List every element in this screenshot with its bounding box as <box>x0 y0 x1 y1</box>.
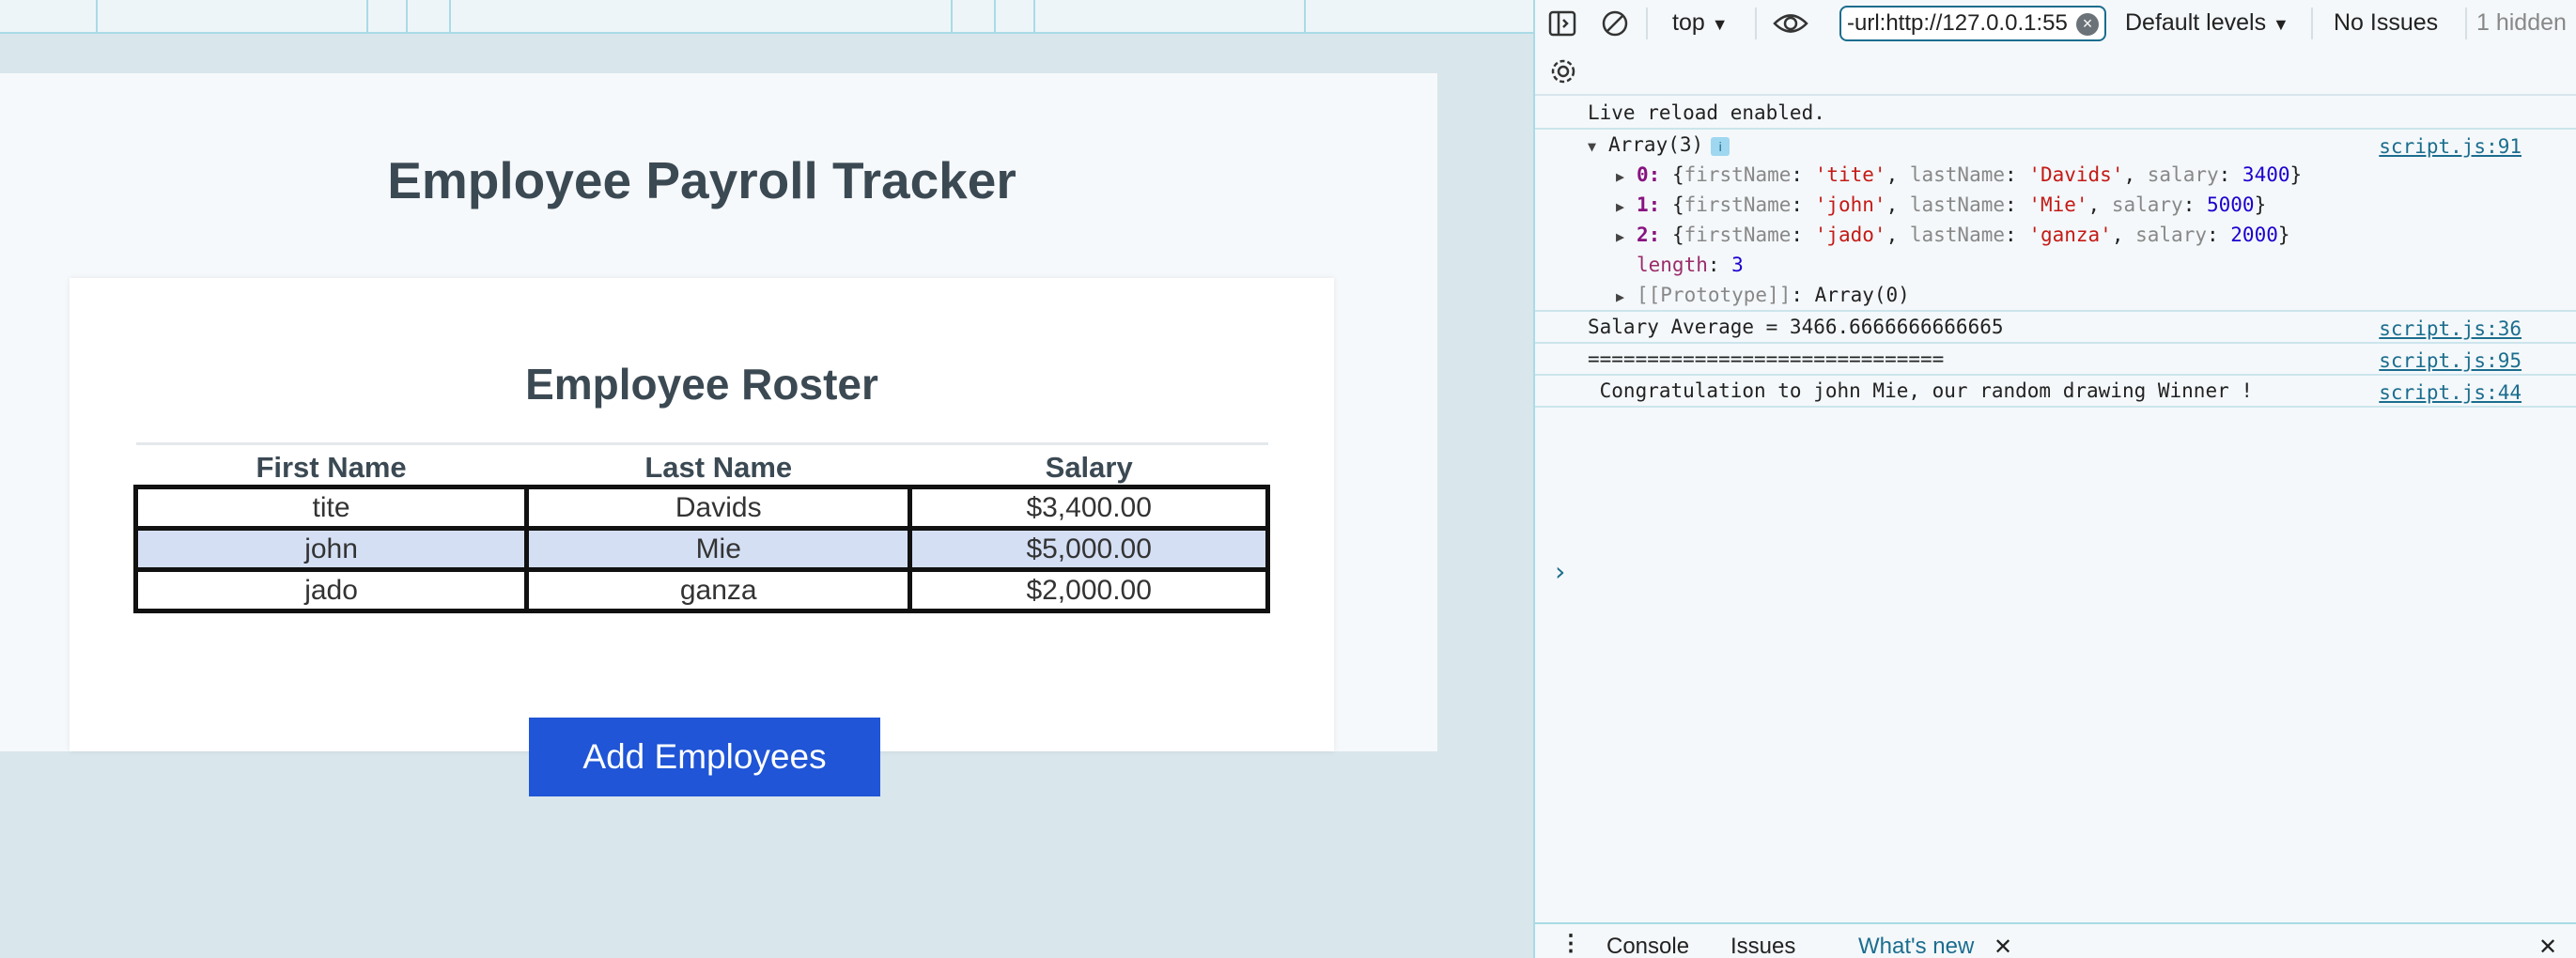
ruler-tick <box>951 0 953 34</box>
collapse-triangle-icon[interactable]: ▼ <box>1588 131 1608 162</box>
ruler-tick <box>406 0 408 34</box>
context-selector[interactable]: top ▼ <box>1672 9 1729 37</box>
clear-filter-icon[interactable]: × <box>2076 13 2099 36</box>
array-index: 0 <box>1637 163 1649 186</box>
close-drawer-icon[interactable]: ✕ <box>2538 934 2557 958</box>
clear-console-icon[interactable] <box>1601 9 1629 42</box>
console-message: Live reload enabled. <box>1535 98 2576 130</box>
ruler-tick <box>449 0 451 34</box>
source-link[interactable]: script.js:91 <box>2379 135 2522 158</box>
devtools-panel: top ▼ × Default levels ▼ No Issues 1 hid… <box>1533 0 2576 958</box>
context-label: top <box>1672 9 1705 36</box>
length-key: length <box>1637 254 1708 276</box>
ruler-tick <box>1304 0 1306 34</box>
cell-first-name: john <box>132 526 530 572</box>
roster-card: Employee Roster First Name Last Name Sal… <box>70 278 1334 796</box>
console-message: Congratulation to john Mie, our random d… <box>1535 376 2576 408</box>
cell-salary: $3,400.00 <box>908 485 1270 531</box>
toolbar-divider <box>2465 8 2467 39</box>
toolbar-divider <box>2311 8 2313 39</box>
log-levels-dropdown[interactable]: Default levels ▼ <box>2125 9 2289 37</box>
console-message[interactable]: ▼ Array(3) i ▶ 0: {firstName: 'tite', lastN… <box>1535 130 2576 312</box>
drawer-tabbar: ⋮ Console Issues What's new ✕ ✕ <box>1535 922 2576 958</box>
roster-title: Employee Roster <box>525 360 878 409</box>
console-toolbar: top ▼ × Default levels ▼ No Issues 1 hid… <box>1535 0 2576 47</box>
ruler-tick <box>366 0 368 34</box>
ruler-tick <box>96 0 98 34</box>
value-first-name: 'jado' <box>1814 224 1886 246</box>
table-row: tite Davids $3,400.00 <box>132 485 1270 531</box>
chevron-down-icon: ▼ <box>2273 15 2289 34</box>
cell-first-name: jado <box>132 567 530 613</box>
eye-icon[interactable] <box>1772 9 1809 42</box>
ruler-tick <box>1033 0 1035 34</box>
console-message: Salary Average = 3466.6666666666665 scri… <box>1535 312 2576 344</box>
page-viewport: Employee Payroll Tracker Employee Roster… <box>0 0 1533 958</box>
expand-triangle-icon[interactable]: ▶ <box>1616 192 1637 222</box>
console-text: Live reload enabled. <box>1588 101 1825 124</box>
expand-triangle-icon[interactable]: ▶ <box>1616 162 1637 192</box>
sidebar-toggle-icon[interactable] <box>1548 9 1576 42</box>
array-index: 2 <box>1637 224 1649 246</box>
cell-last-name: ganza <box>524 567 913 613</box>
source-link[interactable]: script.js:36 <box>2379 317 2522 340</box>
tab-whats-new[interactable]: What's new <box>1858 934 1974 958</box>
length-value: 3 <box>1731 254 1744 276</box>
table-header-row: First Name Last Name Salary <box>135 443 1268 487</box>
column-header-first-name: First Name <box>256 451 407 484</box>
console-output: Live reload enabled. ▼ Array(3) i ▶ 0: {fir… <box>1535 98 2576 587</box>
more-tools-icon[interactable]: ⋮ <box>1560 930 1582 957</box>
table-row: john Mie $5,000.00 <box>132 526 1270 572</box>
value-last-name: 'Davids' <box>2028 163 2124 186</box>
tab-console[interactable]: Console <box>1606 934 1689 958</box>
column-header-last-name: Last Name <box>644 451 793 484</box>
source-link[interactable]: script.js:95 <box>2379 349 2522 372</box>
ruler-tick <box>994 0 996 34</box>
ruler <box>0 0 1533 34</box>
info-icon: i <box>1711 137 1730 156</box>
value-last-name: 'Mie' <box>2028 193 2088 216</box>
source-link[interactable]: script.js:44 <box>2379 381 2522 404</box>
value-salary: 3400 <box>2242 163 2290 186</box>
log-levels-label: Default levels <box>2125 9 2267 36</box>
column-header-salary: Salary <box>1045 451 1133 484</box>
hidden-count: 1 hidden <box>2476 9 2567 36</box>
settings-gear-icon[interactable] <box>1548 56 1578 91</box>
prototype-value: Array(0) <box>1814 284 1910 306</box>
table-row: jado ganza $2,000.00 <box>132 567 1270 613</box>
payroll-page: Employee Payroll Tracker Employee Roster… <box>0 73 1437 796</box>
console-message: ============================== script.js… <box>1535 344 2576 376</box>
value-salary: 2000 <box>2230 224 2278 246</box>
issues-counter[interactable]: No Issues <box>2334 9 2438 37</box>
chevron-down-icon: ▼ <box>1711 15 1729 34</box>
close-tab-icon[interactable]: ✕ <box>1994 934 2012 958</box>
toolbar-divider <box>1755 8 1757 39</box>
cell-first-name: tite <box>132 485 530 531</box>
expand-triangle-icon[interactable]: ▶ <box>1616 222 1637 252</box>
employee-table: First Name Last Name Salary tite Davids … <box>132 442 1270 613</box>
array-label: Array(3) <box>1608 133 1704 156</box>
console-prompt-icon[interactable]: › <box>1552 556 1568 587</box>
array-index: 1 <box>1637 193 1649 216</box>
cell-salary: $5,000.00 <box>908 526 1270 572</box>
cell-last-name: Mie <box>524 526 913 572</box>
toolbar-divider <box>1646 8 1648 39</box>
page-title: Employee Payroll Tracker <box>387 151 1016 209</box>
value-last-name: 'ganza' <box>2028 224 2112 246</box>
cell-salary: $2,000.00 <box>908 567 1270 613</box>
console-toolbar-secondary <box>1535 47 2576 96</box>
prototype-key: [[Prototype]] <box>1637 284 1792 306</box>
tab-issues[interactable]: Issues <box>1730 934 1795 958</box>
value-first-name: 'john' <box>1814 193 1886 216</box>
add-employees-button[interactable]: Add Employees <box>529 718 880 796</box>
cell-last-name: Davids <box>524 485 913 531</box>
value-salary: 5000 <box>2206 193 2255 216</box>
value-first-name: 'tite' <box>1814 163 1886 186</box>
console-filter-input[interactable] <box>1839 6 2106 41</box>
expand-triangle-icon[interactable]: ▶ <box>1616 282 1637 312</box>
